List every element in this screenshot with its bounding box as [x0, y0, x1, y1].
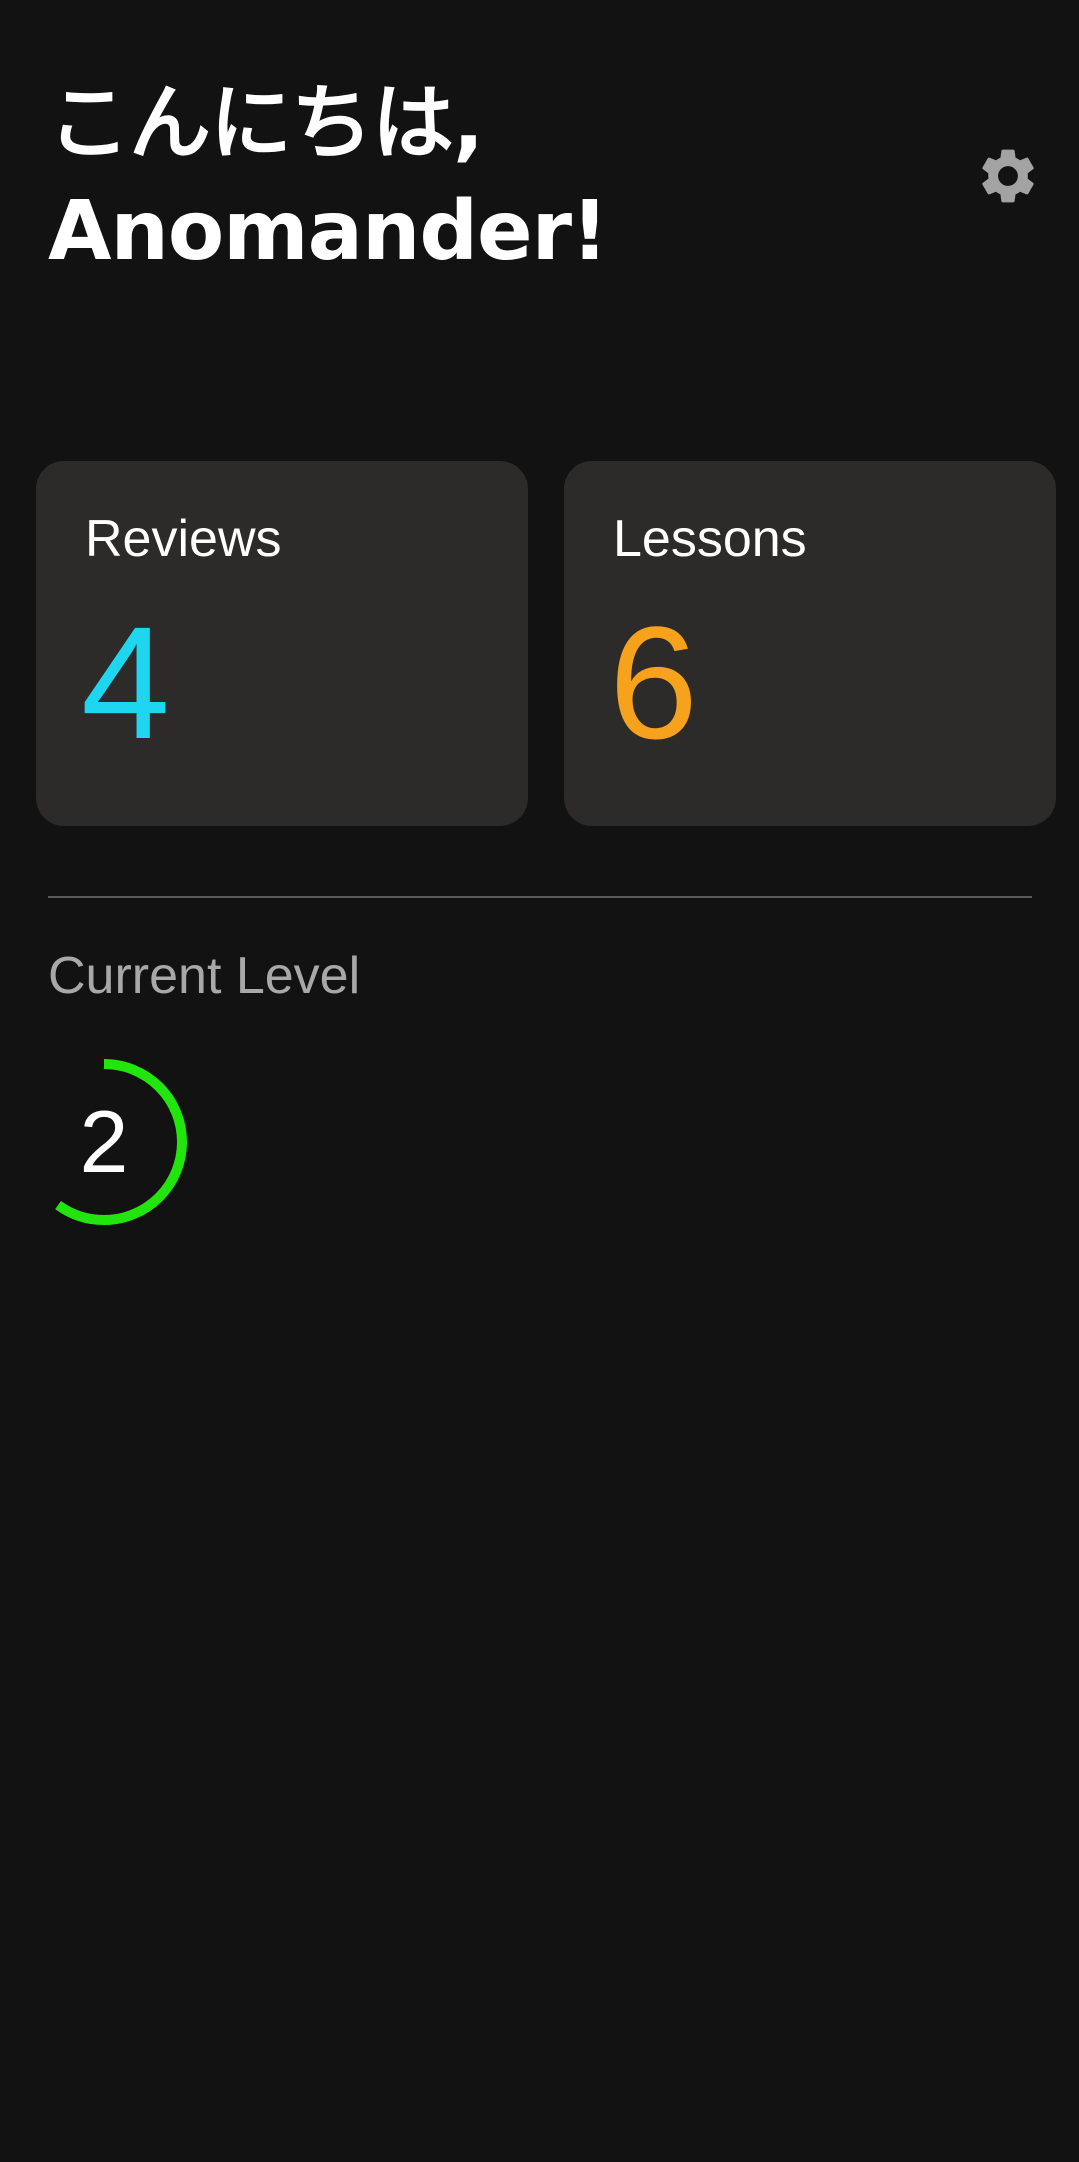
level-progress-indicator[interactable]: 2 [20, 1058, 188, 1226]
gear-icon [982, 149, 1034, 203]
reviews-count: 4 [81, 593, 170, 772]
greeting-username: Anomander! [48, 184, 608, 279]
greeting-hello: こんにちは, [48, 76, 484, 171]
reviews-label: Reviews [85, 510, 282, 568]
level-number: 2 [79, 1092, 129, 1191]
reviews-card[interactable]: Reviews 4 [36, 461, 528, 826]
lessons-count: 6 [609, 593, 698, 772]
lessons-label: Lessons [613, 510, 807, 568]
section-divider [48, 896, 1032, 898]
greeting-title: こんにちは, Anomander! [48, 70, 608, 286]
lessons-card[interactable]: Lessons 6 [564, 461, 1056, 826]
current-level-heading: Current Level [48, 947, 361, 1005]
settings-button[interactable] [970, 138, 1046, 214]
